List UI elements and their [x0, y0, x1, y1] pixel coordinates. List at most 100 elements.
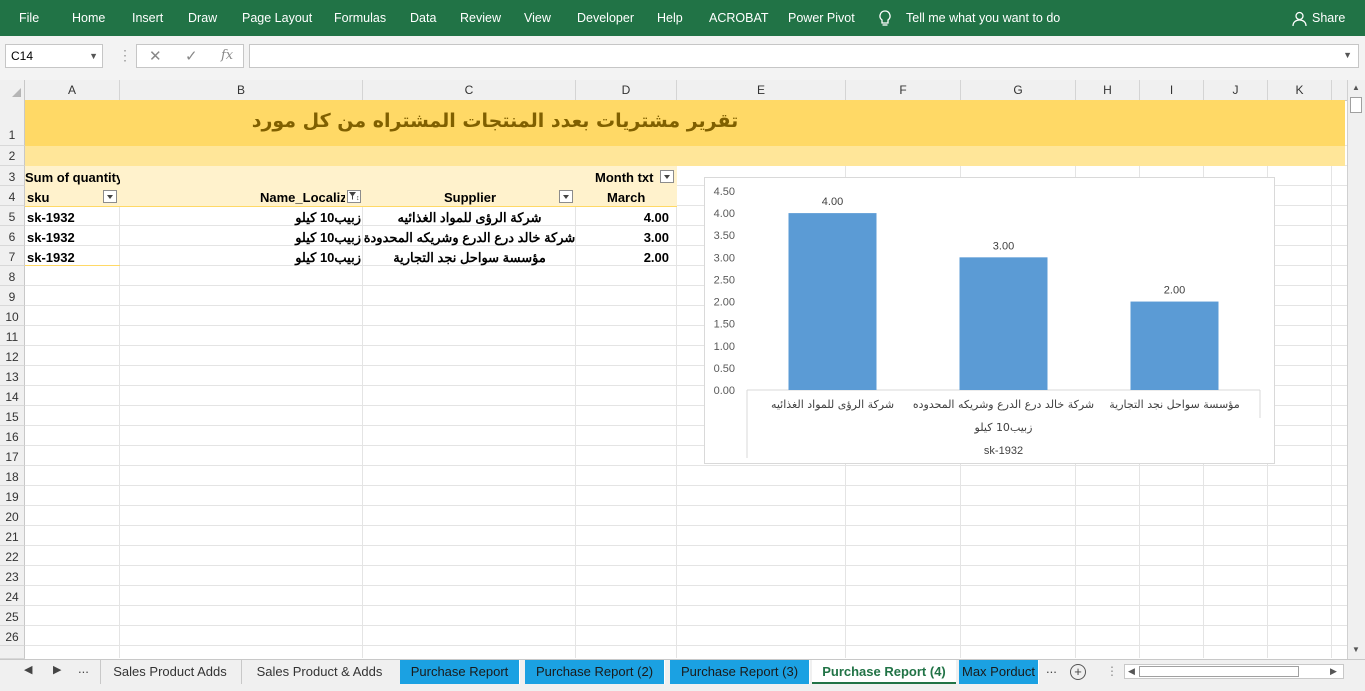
chevron-down-icon[interactable]: ▼	[89, 45, 98, 67]
tab-scroll-more[interactable]: ...	[78, 661, 89, 676]
menu-insert[interactable]: Insert	[132, 0, 163, 36]
row-header-9[interactable]: 9	[0, 286, 25, 306]
select-all-corner[interactable]	[0, 80, 25, 100]
name-box[interactable]: C14 ▼	[5, 44, 103, 68]
row-header-11[interactable]: 11	[0, 326, 25, 346]
pivot-cell-supplier[interactable]: شركة خالد درع الدرع وشريكه المحدودة	[363, 230, 576, 246]
pivot-cell-name[interactable]: زبيب10 كيلو	[120, 230, 361, 246]
row-header-19[interactable]: 19	[0, 486, 25, 506]
sku-filter-button[interactable]	[103, 190, 117, 203]
scroll-left-icon[interactable]: ◀	[1128, 666, 1135, 677]
row-header-20[interactable]: 20	[0, 506, 25, 526]
scroll-thumb[interactable]	[1350, 97, 1362, 113]
formula-input[interactable]: ▼	[249, 44, 1359, 68]
pivot-cell-name[interactable]: زبيب10 كيلو	[120, 210, 361, 226]
menu-developer[interactable]: Developer	[577, 0, 634, 36]
row-header-26[interactable]: 26	[0, 626, 25, 646]
cancel-icon[interactable]: ✕	[149, 47, 162, 65]
row-header-27[interactable]	[0, 646, 25, 659]
insert-function-icon[interactable]: fx	[221, 48, 233, 63]
menu-help[interactable]: Help	[657, 0, 683, 36]
column-header-i[interactable]: I	[1140, 80, 1204, 100]
pivot-cell-supplier[interactable]: شركة الرؤى للمواد الغذائيه	[363, 210, 576, 226]
row-header-4[interactable]: 4	[0, 186, 25, 206]
share-button[interactable]: Share	[1312, 0, 1345, 36]
pivot-cell-sku[interactable]: sk-1932	[27, 250, 75, 265]
pivot-cell-sku[interactable]: sk-1932	[27, 210, 75, 225]
pivot-header-supplier[interactable]: Supplier	[444, 190, 496, 205]
column-header-d[interactable]: D	[576, 80, 677, 100]
menu-acrobat[interactable]: ACROBAT	[709, 0, 769, 36]
tab-purchase-report-3[interactable]: Purchase Report (3)	[670, 660, 810, 684]
tab-more[interactable]: ...	[1046, 661, 1057, 676]
pivot-header-name[interactable]: Name_Localiz	[260, 190, 345, 205]
column-header-f[interactable]: F	[846, 80, 961, 100]
pivot-column-field[interactable]: Month txt	[595, 170, 653, 185]
pivot-cell-name[interactable]: زبيب10 كيلو	[120, 250, 361, 266]
row-header-6[interactable]: 6	[0, 226, 25, 246]
pivot-cell-sku[interactable]: sk-1932	[27, 230, 75, 245]
column-header-c[interactable]: C	[363, 80, 576, 100]
row-header-21[interactable]: 21	[0, 526, 25, 546]
menu-power-pivot[interactable]: Power Pivot	[788, 0, 855, 36]
tell-me-search[interactable]: Tell me what you want to do	[906, 0, 1060, 36]
column-header-e[interactable]: E	[677, 80, 846, 100]
pivot-cell-value[interactable]: 4.00	[576, 210, 669, 225]
row-header-16[interactable]: 16	[0, 426, 25, 446]
name-filter-active-icon[interactable]: ↕	[347, 190, 361, 203]
row-header-1[interactable]: 1	[0, 100, 25, 146]
row-header-24[interactable]: 24	[0, 586, 25, 606]
menu-review[interactable]: Review	[460, 0, 501, 36]
menu-view[interactable]: View	[524, 0, 551, 36]
menu-file[interactable]: File	[19, 0, 39, 36]
horizontal-scroll-thumb[interactable]	[1139, 666, 1299, 677]
row-header-25[interactable]: 25	[0, 606, 25, 626]
enter-icon[interactable]: ✓	[185, 47, 198, 65]
pivot-cell-value[interactable]: 3.00	[576, 230, 669, 245]
row-header-12[interactable]: 12	[0, 346, 25, 366]
horizontal-scrollbar[interactable]: ◀ ▶	[1124, 664, 1344, 679]
tab-sales-product-adds[interactable]: Sales Product Adds	[100, 660, 239, 684]
splitter-icon[interactable]: ⋮	[1106, 664, 1118, 678]
supplier-filter-button[interactable]	[559, 190, 573, 203]
pivot-header-month[interactable]: March	[607, 190, 645, 205]
column-header-g[interactable]: G	[961, 80, 1076, 100]
row-header-10[interactable]: 10	[0, 306, 25, 326]
row-header-23[interactable]: 23	[0, 566, 25, 586]
scroll-right-icon[interactable]: ▶	[1330, 666, 1337, 677]
tab-purchase-report-2[interactable]: Purchase Report (2)	[525, 660, 665, 684]
vertical-scrollbar[interactable]: ▲ ▼	[1347, 80, 1365, 660]
pivot-header-sku[interactable]: sku	[27, 190, 49, 205]
expand-formula-icon[interactable]: ▼	[1343, 50, 1352, 60]
row-header-14[interactable]: 14	[0, 386, 25, 406]
tab-max-product[interactable]: Max Porduct	[959, 660, 1039, 684]
add-sheet-icon[interactable]: +	[1070, 664, 1086, 680]
pivot-chart[interactable]: 0.00 0.50 1.00 1.50 2.00 2.50 3.00 3.50 4.00 4.50…	[704, 177, 1275, 464]
row-header-5[interactable]: 5	[0, 206, 25, 226]
row-header-15[interactable]: 15	[0, 406, 25, 426]
row-header-8[interactable]: 8	[0, 266, 25, 286]
tab-purchase-report-4[interactable]: Purchase Report (4)	[812, 660, 956, 684]
month-filter-button[interactable]	[660, 170, 674, 183]
tab-purchase-report[interactable]: Purchase Report	[400, 660, 520, 684]
column-header-h[interactable]: H	[1076, 80, 1140, 100]
pivot-values-label[interactable]: Sum of quantity	[25, 170, 120, 185]
tab-sales-product-and-adds[interactable]: Sales Product & Adds	[241, 660, 397, 684]
row-header-3[interactable]: 3	[0, 166, 25, 186]
row-header-7[interactable]: 7	[0, 246, 25, 266]
column-header-b[interactable]: B	[120, 80, 363, 100]
row-header-13[interactable]: 13	[0, 366, 25, 386]
pivot-cell-value[interactable]: 2.00	[576, 250, 669, 265]
menu-draw[interactable]: Draw	[188, 0, 217, 36]
tab-prev-icon[interactable]: ◀	[24, 663, 32, 676]
column-header-a[interactable]: A	[25, 80, 120, 100]
menu-home[interactable]: Home	[72, 0, 105, 36]
column-header-j[interactable]: J	[1204, 80, 1268, 100]
scroll-up-icon[interactable]: ▲	[1350, 82, 1362, 94]
row-header-18[interactable]: 18	[0, 466, 25, 486]
pivot-cell-supplier[interactable]: مؤسسة سواحل نجد التجارية	[363, 250, 576, 266]
scroll-down-icon[interactable]: ▼	[1350, 644, 1362, 656]
menu-page-layout[interactable]: Page Layout	[242, 0, 312, 36]
row-header-17[interactable]: 17	[0, 446, 25, 466]
tab-next-icon[interactable]: ▶	[53, 663, 61, 676]
